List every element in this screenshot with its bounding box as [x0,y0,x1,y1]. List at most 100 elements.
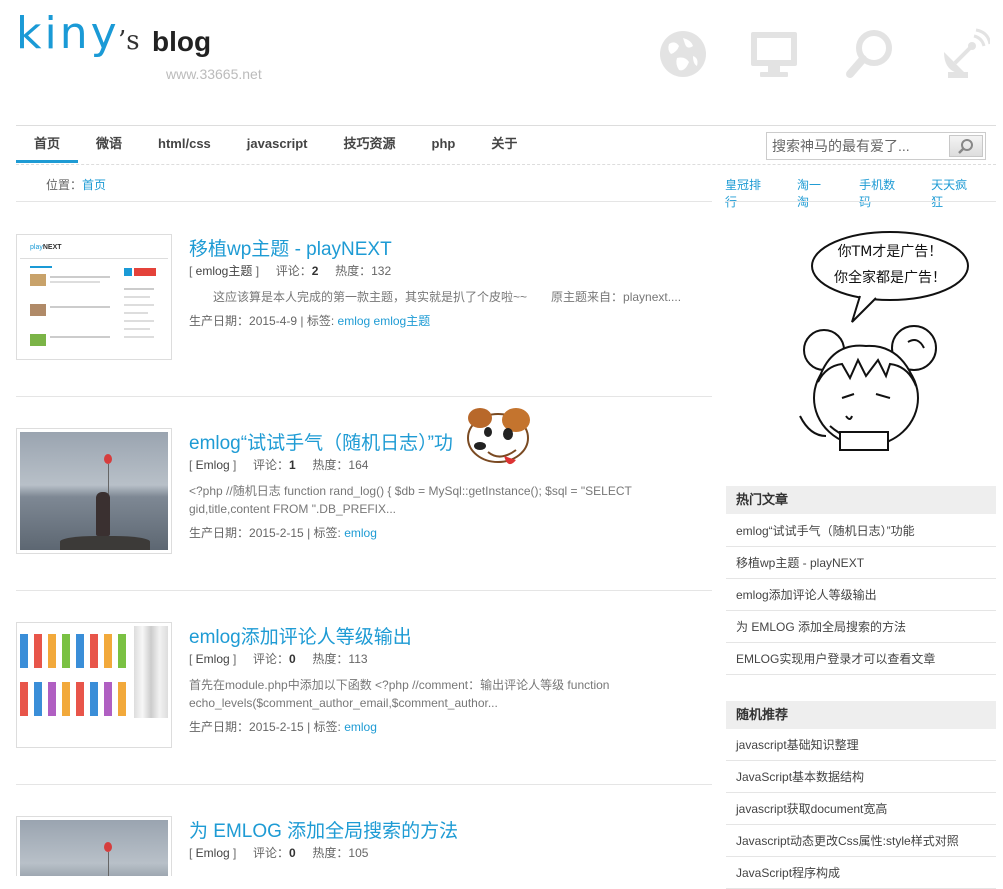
post-title[interactable]: 为 EMLOG 添加全局搜索的方法 [189,816,458,843]
post-divider [16,396,712,397]
post-date: 生产日期：2015-2-15 | 标签: emlog [189,524,377,541]
content-divider [16,201,712,202]
post-tags[interactable]: emlog [344,720,377,734]
comments-label: 评论： [253,458,290,472]
post-meta: [ Emlog ] 评论：1 热度：164 [189,458,369,472]
tags-label: | 标签: [303,720,345,734]
sidebar-ad-cartoon[interactable]: 你TM才是广告！ 你全家都是广告！ [790,226,980,456]
comment-count: 1 [289,458,296,472]
post-title[interactable]: 移植wp主题 - playNEXT [189,234,392,261]
post-item: emlog添加评论人等级输出 [ Emlog ] 评论：0 热度：113 首先在… [16,622,712,762]
random-pick-item[interactable]: Javascript动态更改Css属性:style样式对照 [726,825,996,857]
post-meta: [ Emlog ] 评论：0 热度：105 [189,846,369,860]
post-category[interactable]: Emlog [196,846,230,860]
search-button[interactable] [949,135,983,157]
post-thumbnail[interactable]: playNEXT [16,234,172,360]
main-nav: 首页 微语 html/css javascript 技巧资源 php 关于 [16,127,535,163]
quick-link-taobao[interactable]: 淘一淘 [797,176,826,210]
post-item: 为 EMLOG 添加全局搜索的方法 [ Emlog ] 评论：0 热度：105 [16,816,712,876]
comments-label: 评论： [253,652,290,666]
ad-bubble-line2: 你全家都是广告！ [834,269,946,286]
post-title[interactable]: emlog“试试手气（随机日志）”功 [189,428,453,455]
comment-count: 0 [289,652,296,666]
post-tags[interactable]: emlog [344,526,377,540]
post-meta: [ emlog主题 ] 评论：2 热度：132 [189,264,392,278]
post-category[interactable]: emlog主题 [196,264,253,278]
hot-article-item[interactable]: emlog添加评论人等级输出 [726,579,996,611]
site-url: www.33665.net [166,66,262,82]
post-excerpt: <?php //随机日志 function rand_log() { $db =… [189,484,632,516]
date-value: 2015-4-9 [249,314,298,328]
heat-label: 热度： [312,652,349,666]
date-value: 2015-2-15 [249,526,304,540]
quick-link-crazy[interactable]: 天天疯狂 [931,176,970,210]
hot-article-item[interactable]: 为 EMLOG 添加全局搜索的方法 [726,611,996,643]
post-category[interactable]: Emlog [196,458,230,472]
breadcrumb: 位置：首页 [46,176,106,193]
post-excerpt: 这应该算是本人完成的第一款主题，其实就是扒了个皮啦~~ 原主题来自：playne… [189,290,682,304]
post-thumbnail[interactable] [16,816,172,876]
post-title[interactable]: emlog添加评论人等级输出 [189,622,412,649]
post-divider [16,784,712,785]
comment-count: 2 [311,264,319,278]
random-pick-item[interactable]: JavaScript程序构成 [726,857,996,889]
random-picks-title: 随机推荐 [726,701,996,729]
random-picks-list: javascript基础知识整理 JavaScript基本数据结构 javasc… [726,729,996,889]
dog-mascot-icon[interactable] [458,404,536,474]
logo-kiny[interactable]: kiny [16,8,120,60]
heat-label: 热度： [312,846,349,860]
hot-articles-list: emlog“试试手气（随机日志）”功能 移植wp主题 - playNEXT em… [726,515,996,675]
random-pick-item[interactable]: JavaScript基本数据结构 [726,761,996,793]
post-category[interactable]: Emlog [196,652,230,666]
random-pick-item[interactable]: javascript基础知识整理 [726,729,996,761]
nav-item-resources[interactable]: 技巧资源 [325,127,413,160]
logo-blog: blog [152,26,212,57]
quick-link-crown[interactable]: 皇冠排行 [725,176,764,210]
nav-item-php[interactable]: php [414,127,474,160]
post-date: 生产日期：2015-4-9 | 标签: emlog emlog主题 [189,312,430,329]
search-icon [958,139,973,154]
hot-articles-title: 热门文章 [726,486,996,514]
nav-bottom-divider [16,164,996,165]
nav-item-javascript[interactable]: javascript [229,127,326,160]
magnifier-icon [846,30,892,78]
breadcrumb-home-link[interactable]: 首页 [82,178,106,192]
post-date: 生产日期：2015-2-15 | 标签: emlog [189,718,377,735]
date-label: 生产日期： [189,314,250,328]
heat-label: 热度： [312,458,349,472]
nav-item-about[interactable]: 关于 [473,127,535,160]
satellite-icon [944,28,990,78]
tags-label: | 标签: [303,526,345,540]
date-label: 生产日期： [189,720,250,734]
monitor-icon [751,32,797,77]
breadcrumb-prefix: 位置： [46,178,83,192]
date-label: 生产日期： [189,526,250,540]
quick-links: 皇冠排行 淘一淘 手机数码 天天疯狂 [725,176,1003,210]
hot-article-item[interactable]: emlog“试试手气（随机日志）”功能 [726,515,996,547]
post-meta: [ Emlog ] 评论：0 热度：113 [189,652,368,666]
random-pick-item[interactable]: javascript获取document宽高 [726,793,996,825]
comments-label: 评论： [253,846,290,860]
comment-count: 0 [289,846,296,860]
ad-bubble-line1: 你TM才是广告！ [838,244,943,260]
post-divider [16,590,712,591]
post-thumbnail[interactable] [16,428,172,554]
date-value: 2015-2-15 [249,720,304,734]
nav-item-htmlcss[interactable]: html/css [140,127,229,160]
post-excerpt: 首先在module.php中添加以下函数 <?php //comment：输出评… [189,678,610,710]
sidebar-divider [725,201,996,202]
comments-label: 评论： [275,264,312,278]
post-item: playNEXT 移植wp主题 - playNEXT [ emlog主题 ] 评… [16,234,712,374]
heat-count: 164 [348,458,369,472]
post-thumbnail[interactable] [16,622,172,748]
hot-article-item[interactable]: EMLOG实现用户登录才可以查看文章 [726,643,996,675]
nav-top-divider [16,125,996,126]
heat-count: 132 [371,264,392,278]
quick-link-digital[interactable]: 手机数码 [859,176,898,210]
nav-item-home[interactable]: 首页 [16,127,79,163]
search-input[interactable] [767,133,947,159]
logo-apostrophe-s: ’s [118,26,140,56]
nav-item-weiyu[interactable]: 微语 [78,127,140,160]
post-tags[interactable]: emlog emlog主题 [338,314,431,328]
hot-article-item[interactable]: 移植wp主题 - playNEXT [726,547,996,579]
